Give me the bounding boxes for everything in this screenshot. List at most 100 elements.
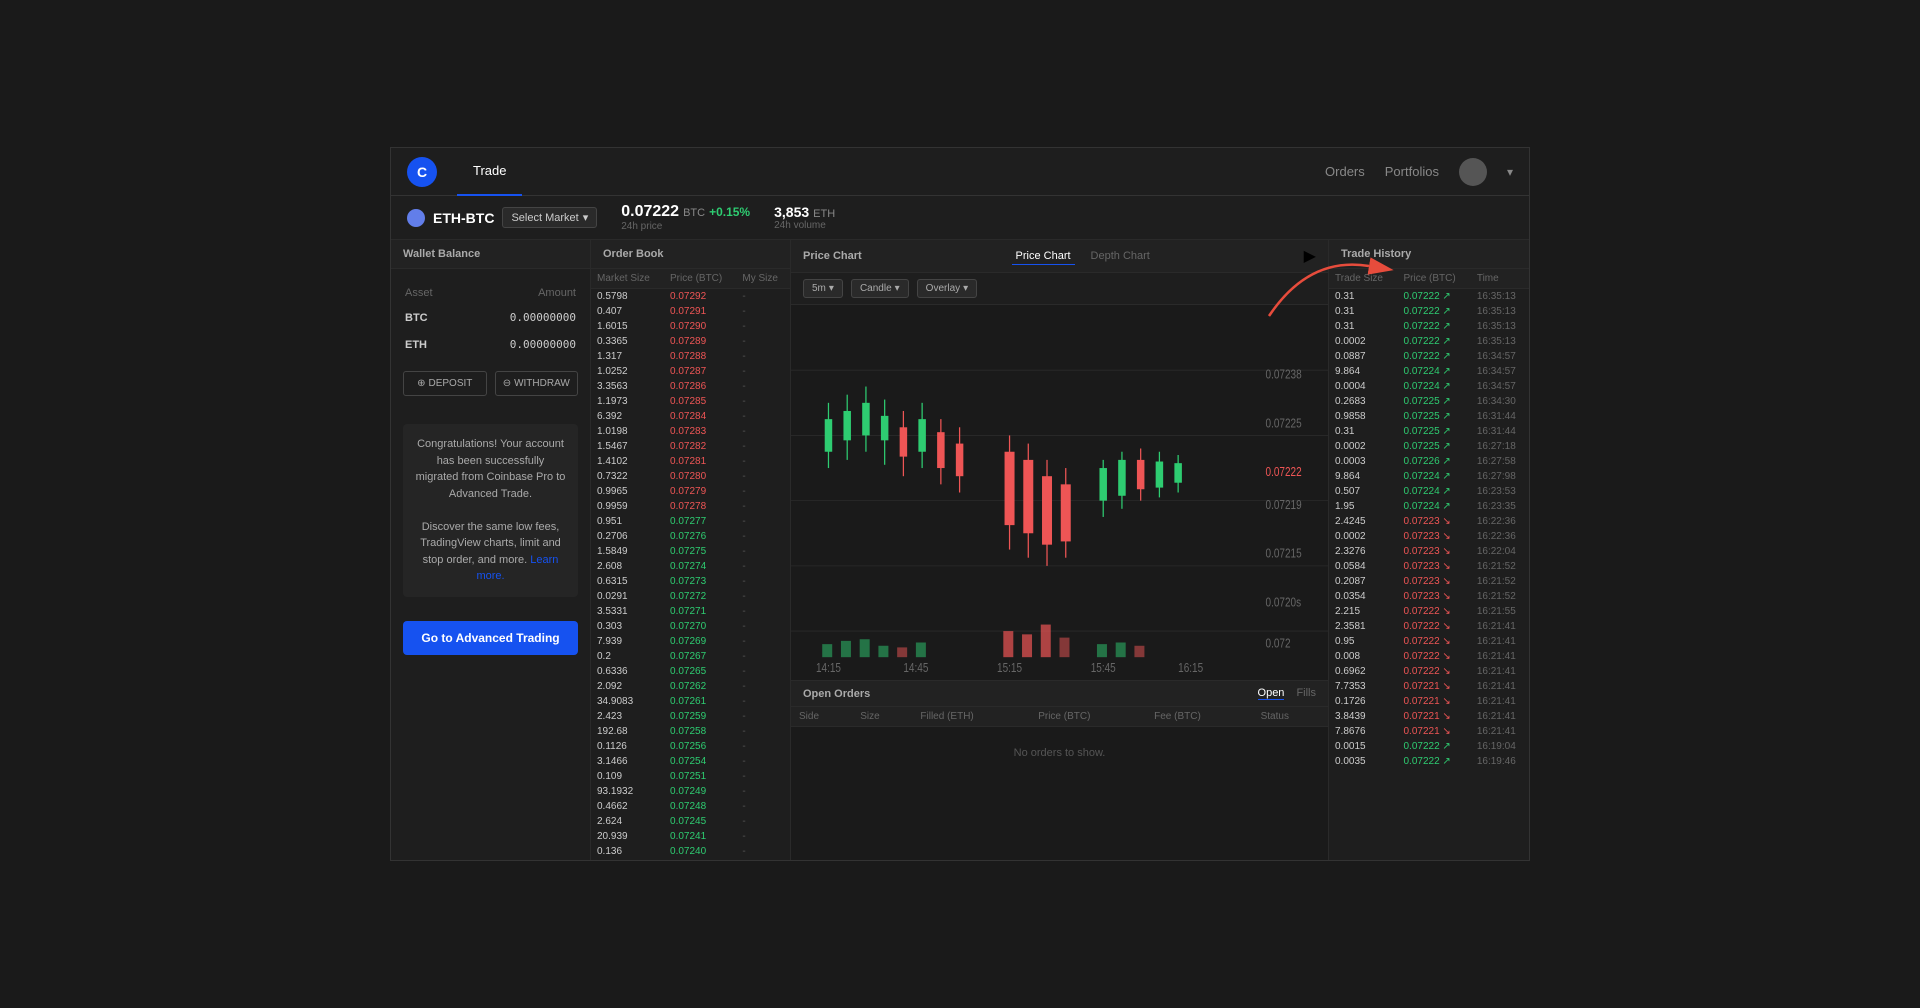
th-trade-size: 3.8439 — [1329, 709, 1397, 724]
nav-orders[interactable]: Orders — [1325, 164, 1365, 179]
order-book-row[interactable]: 34.9083 0.07261 - — [591, 694, 790, 709]
th-trade-size: 0.0887 — [1329, 349, 1397, 364]
ob-market-size: 2.608 — [591, 559, 664, 574]
order-book-row[interactable]: 0.6315 0.07273 - — [591, 574, 790, 589]
order-book-row[interactable]: 1.1973 0.07285 - — [591, 394, 790, 409]
ob-price: 0.07275 — [664, 544, 736, 559]
order-book-row[interactable]: 0.2706 0.07276 - — [591, 529, 790, 544]
order-book-row[interactable]: 1.4102 0.07281 - — [591, 454, 790, 469]
order-book-row[interactable]: 0.136 0.07240 - — [591, 844, 790, 859]
svg-text:0.07238: 0.07238 — [1266, 367, 1302, 382]
nav-portfolios[interactable]: Portfolios — [1385, 164, 1439, 179]
select-market-button[interactable]: Select Market ▾ — [502, 207, 597, 228]
order-book-row[interactable]: 20.939 0.07241 - — [591, 829, 790, 844]
user-avatar[interactable] — [1459, 158, 1487, 186]
order-book-row[interactable]: 0.0291 0.07272 - — [591, 589, 790, 604]
ob-price: 0.07248 — [664, 799, 736, 814]
order-book-row[interactable]: 0.2 0.07267 - — [591, 649, 790, 664]
overlay-selector[interactable]: Overlay ▾ — [917, 279, 977, 298]
order-book-row[interactable]: 2.608 0.07274 - — [591, 559, 790, 574]
ob-market-size: 0.2706 — [591, 529, 664, 544]
order-book-row[interactable]: 1.0252 0.07287 - — [591, 364, 790, 379]
order-book-row[interactable]: 0.1126 0.07256 - — [591, 739, 790, 754]
order-book-row[interactable]: 1.6015 0.07290 - — [591, 319, 790, 334]
th-trade-price: 0.07221 ↘ — [1397, 724, 1470, 739]
th-trade-size: 0.1726 — [1329, 694, 1397, 709]
th-trade-size: 7.7353 — [1329, 679, 1397, 694]
order-book-row[interactable]: 0.9959 0.07278 - — [591, 499, 790, 514]
order-book-row[interactable]: 0.303 0.07270 - — [591, 619, 790, 634]
tab-open-orders[interactable]: Open — [1258, 687, 1285, 700]
order-book-row[interactable]: 3.1466 0.07254 - — [591, 754, 790, 769]
order-book-row[interactable]: 1.5467 0.07282 - — [591, 439, 790, 454]
order-book-row[interactable]: 1.5849 0.07275 - — [591, 544, 790, 559]
ob-price: 0.07262 — [664, 679, 736, 694]
ob-price: 0.07286 — [664, 379, 736, 394]
order-book-row[interactable]: 0.7322 0.07280 - — [591, 469, 790, 484]
main-layout: Wallet Balance Asset Amount BTC 0.000000… — [391, 240, 1529, 860]
order-book-row[interactable]: 1.0198 0.07283 - — [591, 424, 790, 439]
th-trade-price: 0.07224 ↗ — [1397, 469, 1470, 484]
th-trade-size: 0.31 — [1329, 319, 1397, 334]
ob-price: 0.07289 — [664, 334, 736, 349]
order-book-row[interactable]: 0.3365 0.07289 - — [591, 334, 790, 349]
order-book-row[interactable]: 0.951 0.07277 - — [591, 514, 790, 529]
tab-fills[interactable]: Fills — [1296, 687, 1316, 700]
ob-price: 0.07245 — [664, 814, 736, 829]
ob-market-size: 1.4102 — [591, 454, 664, 469]
trade-history-content[interactable]: Trade Size Price (BTC) Time 0.31 0.07222… — [1329, 269, 1529, 860]
ob-market-size: 0.0291 — [591, 589, 664, 604]
tab-depth-chart[interactable]: Depth Chart — [1087, 248, 1154, 265]
th-trade-time: 16:21:41 — [1471, 634, 1529, 649]
trade-history-row: 0.31 0.07222 ↗ 16:35:13 — [1329, 304, 1529, 319]
th-trade-size: 0.31 — [1329, 304, 1397, 319]
th-trade-size: 0.0015 — [1329, 739, 1397, 754]
order-book-row[interactable]: 0.109 0.07251 - — [591, 769, 790, 784]
ob-my-size: - — [736, 304, 790, 319]
withdraw-button[interactable]: ⊖ WITHDRAW — [495, 371, 579, 396]
th-trade-price: 0.07222 ↘ — [1397, 634, 1470, 649]
order-book-row[interactable]: 192.68 0.07258 - — [591, 724, 790, 739]
ob-my-size: - — [736, 424, 790, 439]
deposit-button[interactable]: ⊕ DEPOSIT — [403, 371, 487, 396]
order-book-row[interactable]: 0.5798 0.07292 - — [591, 289, 790, 305]
price-change-label: 24h price — [621, 221, 750, 232]
order-book-row[interactable]: 7.939 0.07269 - — [591, 634, 790, 649]
trade-history-row: 2.4245 0.07223 ↘ 16:22:36 — [1329, 514, 1529, 529]
order-book-row[interactable]: 3.3563 0.07286 - — [591, 379, 790, 394]
ob-market-size-header: Market Size — [591, 269, 664, 289]
order-book-row[interactable]: 6.392 0.07284 - — [591, 409, 790, 424]
order-book-row[interactable]: 2.092 0.07262 - — [591, 679, 790, 694]
nav-trade[interactable]: Trade — [457, 148, 522, 196]
order-book-row[interactable]: 0.4662 0.07248 - — [591, 799, 790, 814]
tab-price-chart[interactable]: Price Chart — [1012, 248, 1075, 265]
ob-my-size: - — [736, 814, 790, 829]
wallet-section: Asset Amount BTC 0.00000000 ETH 0.000000… — [391, 269, 590, 408]
order-book-row[interactable]: 2.624 0.07245 - — [591, 814, 790, 829]
open-orders-panel: Open Orders Open Fills Side Size Filled … — [791, 680, 1328, 860]
goto-advanced-trading-button[interactable]: Go to Advanced Trading — [403, 621, 578, 655]
th-trade-time: 16:22:04 — [1471, 544, 1529, 559]
ob-price: 0.07265 — [664, 664, 736, 679]
order-book-row[interactable]: 0.6336 0.07265 - — [591, 664, 790, 679]
order-book-content[interactable]: Market Size Price (BTC) My Size 0.5798 0… — [591, 269, 790, 860]
order-book-row[interactable]: 0.407 0.07291 - — [591, 304, 790, 319]
th-trade-size: 0.0584 — [1329, 559, 1397, 574]
th-trade-time: 16:21:41 — [1471, 709, 1529, 724]
oo-side-header: Side — [791, 707, 852, 727]
ob-my-size: - — [736, 529, 790, 544]
order-book-row[interactable]: 0.9965 0.07279 - — [591, 484, 790, 499]
timeframe-selector[interactable]: 5m ▾ — [803, 279, 843, 298]
order-book-row[interactable]: 93.1932 0.07249 - — [591, 784, 790, 799]
ob-my-size: - — [736, 844, 790, 859]
coinbase-logo[interactable]: C — [407, 157, 437, 187]
ob-price: 0.07271 — [664, 604, 736, 619]
order-book-row[interactable]: 1.317 0.07288 - — [591, 349, 790, 364]
ob-market-size: 0.407 — [591, 304, 664, 319]
user-menu-chevron[interactable]: ▾ — [1507, 165, 1513, 179]
oo-filled-header: Filled (ETH) — [912, 707, 1030, 727]
order-book-row[interactable]: 3.5331 0.07271 - — [591, 604, 790, 619]
order-book-row[interactable]: 2.423 0.07259 - — [591, 709, 790, 724]
open-orders-table: Side Size Filled (ETH) Price (BTC) Fee (… — [791, 707, 1328, 727]
chart-type-selector[interactable]: Candle ▾ — [851, 279, 909, 298]
